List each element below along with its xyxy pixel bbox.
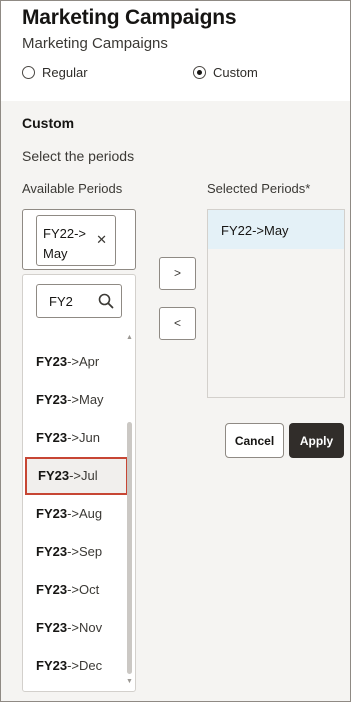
- period-match-text: FY23: [36, 620, 68, 635]
- period-rest-text: ->Dec: [67, 658, 103, 673]
- selected-periods-list: FY22->May: [207, 209, 345, 398]
- selected-period-label: FY22->May: [221, 223, 289, 238]
- period-rest-text: ->Jun: [67, 430, 100, 445]
- close-icon[interactable]: ✕: [96, 232, 107, 248]
- scroll-up-icon[interactable]: ▲: [126, 334, 133, 341]
- scrollbar-thumb[interactable]: [127, 422, 132, 674]
- period-option-label: FY23->Sep: [36, 544, 102, 559]
- radio-regular[interactable]: Regular: [22, 65, 88, 80]
- period-match-text: FY23: [36, 430, 68, 445]
- period-option[interactable]: FY23->Jun: [23, 419, 127, 457]
- period-option[interactable]: FY23->Dec: [23, 647, 127, 685]
- radio-label: Regular: [42, 65, 88, 80]
- period-match-text: FY23: [36, 392, 68, 407]
- period-option-label: FY23->Nov: [36, 620, 102, 635]
- period-option[interactable]: FY23->Sep: [23, 533, 127, 571]
- period-option-label: FY23->Jun: [36, 430, 100, 445]
- period-rest-text: ->Aug: [67, 506, 103, 521]
- radio-custom[interactable]: Custom: [193, 65, 258, 80]
- period-option-label: FY23->Jul: [38, 468, 98, 483]
- section-heading: Custom: [22, 115, 75, 131]
- radio-circle-icon: [22, 66, 35, 79]
- period-option[interactable]: FY23->May: [23, 381, 127, 419]
- page-title: Marketing Campaigns: [22, 6, 237, 29]
- period-option[interactable]: FY23->Nov: [23, 609, 127, 647]
- period-option-label: FY23->Dec: [36, 658, 102, 673]
- instruction-text: Select the periods: [22, 148, 135, 164]
- remove-period-button[interactable]: <: [159, 307, 196, 340]
- available-periods-label: Available Periods: [22, 181, 123, 196]
- period-match-text: FY23: [36, 354, 68, 369]
- apply-button[interactable]: Apply: [289, 423, 344, 458]
- period-rest-text: ->Sep: [67, 544, 103, 559]
- period-option-label: FY23->Apr: [36, 354, 99, 369]
- period-rest-text: ->Nov: [67, 620, 103, 635]
- period-rest-text: ->Apr: [67, 354, 100, 369]
- marketing-campaigns-dialog: Marketing Campaigns Marketing Campaigns …: [0, 0, 351, 702]
- selected-chip: FY22->May ✕: [36, 215, 116, 266]
- scroll-down-icon[interactable]: ▼: [126, 678, 133, 685]
- period-match-text: FY23: [36, 506, 68, 521]
- period-option[interactable]: FY23->Oct: [23, 571, 127, 609]
- period-option[interactable]: FY23->Aug: [23, 495, 127, 533]
- period-option-label: FY23->Oct: [36, 582, 99, 597]
- selected-period-item[interactable]: FY22->May: [208, 210, 344, 249]
- chip-label: FY22->May: [43, 226, 86, 261]
- period-match-text: FY23: [38, 468, 70, 483]
- available-periods-dropdown: FY2 FY23->Apr FY23->May FY23->Jun FY23->Jul…: [22, 274, 136, 692]
- selected-periods-label: Selected Periods*: [207, 181, 311, 196]
- cancel-button[interactable]: Cancel: [225, 423, 284, 458]
- period-filter-select[interactable]: FY22->May ✕: [22, 209, 136, 270]
- period-match-text: FY23: [36, 658, 68, 673]
- period-option[interactable]: FY23->Jul: [25, 457, 128, 495]
- period-option-label: FY23->Aug: [36, 506, 102, 521]
- period-match-text: FY23: [36, 582, 68, 597]
- add-period-button[interactable]: >: [159, 257, 196, 290]
- search-input[interactable]: FY2: [36, 284, 122, 318]
- period-rest-text: ->Jul: [69, 468, 98, 483]
- period-option-label: FY23->May: [36, 392, 104, 407]
- period-option[interactable]: FY23->Apr: [23, 343, 127, 381]
- radio-label: Custom: [213, 65, 258, 80]
- period-match-text: FY23: [36, 544, 68, 559]
- radio-checked-icon: [193, 66, 206, 79]
- search-icon[interactable]: [97, 292, 115, 310]
- period-rest-text: ->Oct: [67, 582, 100, 597]
- search-text: FY2: [49, 294, 73, 309]
- page-subtitle: Marketing Campaigns: [22, 35, 168, 52]
- period-rest-text: ->May: [67, 392, 104, 407]
